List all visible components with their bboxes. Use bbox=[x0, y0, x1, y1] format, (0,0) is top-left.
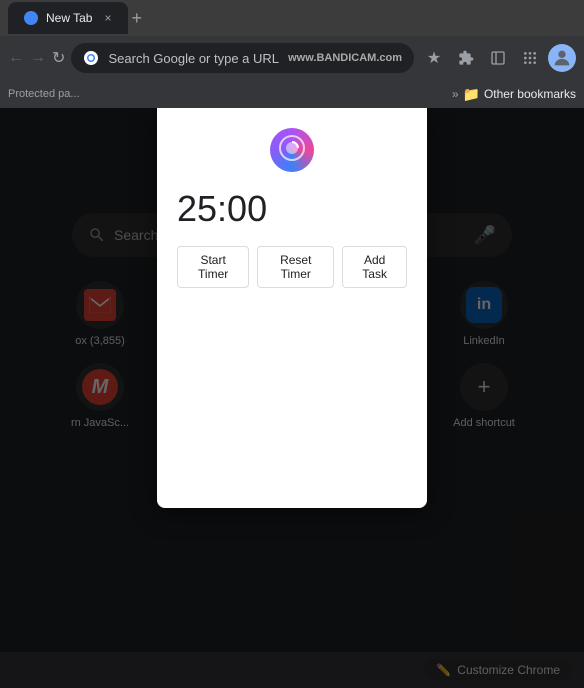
forward-icon[interactable]: → bbox=[30, 49, 46, 67]
watermark-text: www.BANDICAM.com bbox=[288, 52, 402, 64]
other-bookmarks[interactable]: 📁 Other bookmarks bbox=[463, 86, 576, 103]
tab-favicon bbox=[24, 11, 38, 25]
protected-label: Protected pa... bbox=[8, 88, 80, 100]
puzzle-icon[interactable] bbox=[452, 44, 480, 72]
folder-icon: 📁 bbox=[463, 86, 480, 103]
other-bookmarks-label: Other bookmarks bbox=[484, 87, 576, 101]
tab-bar: New Tab × + bbox=[0, 0, 584, 36]
tab-close-icon[interactable]: × bbox=[104, 11, 111, 25]
address-bar-row: ← → ↻ Search Google or type a URL www.BA… bbox=[0, 36, 584, 80]
address-bar[interactable]: Search Google or type a URL www.BANDICAM… bbox=[71, 43, 414, 73]
tab-label: New Tab bbox=[46, 11, 92, 25]
profile-avatar[interactable] bbox=[548, 44, 576, 72]
address-text: Search Google or type a URL bbox=[107, 51, 280, 66]
browser-frame: New Tab × + ← → ↻ Search Google or type … bbox=[0, 0, 584, 688]
back-icon[interactable]: ← bbox=[8, 49, 24, 67]
popup-logo-inner bbox=[278, 134, 306, 167]
toolbar-icons: ★ bbox=[420, 44, 576, 72]
google-favicon bbox=[83, 50, 99, 66]
bookmark-icon[interactable]: ★ bbox=[420, 44, 448, 72]
timer-display: 25:00 bbox=[177, 188, 267, 230]
popup-logo bbox=[270, 128, 314, 172]
bookmark-bar: Protected pa... » 📁 Other bookmarks bbox=[0, 80, 584, 108]
start-timer-button[interactable]: Start Timer bbox=[177, 246, 249, 288]
reload-icon[interactable]: ↻ bbox=[52, 48, 65, 68]
reset-timer-button[interactable]: Reset Timer bbox=[257, 246, 334, 288]
page-area: Search Goog 🎤 bbox=[0, 108, 584, 688]
new-tab-button[interactable]: + bbox=[132, 8, 143, 29]
bookmark-expand-icon[interactable]: » bbox=[452, 87, 459, 101]
active-tab[interactable]: New Tab × bbox=[8, 2, 128, 34]
sidebar-icon[interactable] bbox=[484, 44, 512, 72]
popup-panel: 25:00 Start Timer Reset Timer Add Task bbox=[157, 108, 427, 508]
popup-buttons: Start Timer Reset Timer Add Task bbox=[177, 246, 407, 288]
add-task-button[interactable]: Add Task bbox=[342, 246, 407, 288]
apps-icon[interactable] bbox=[516, 44, 544, 72]
